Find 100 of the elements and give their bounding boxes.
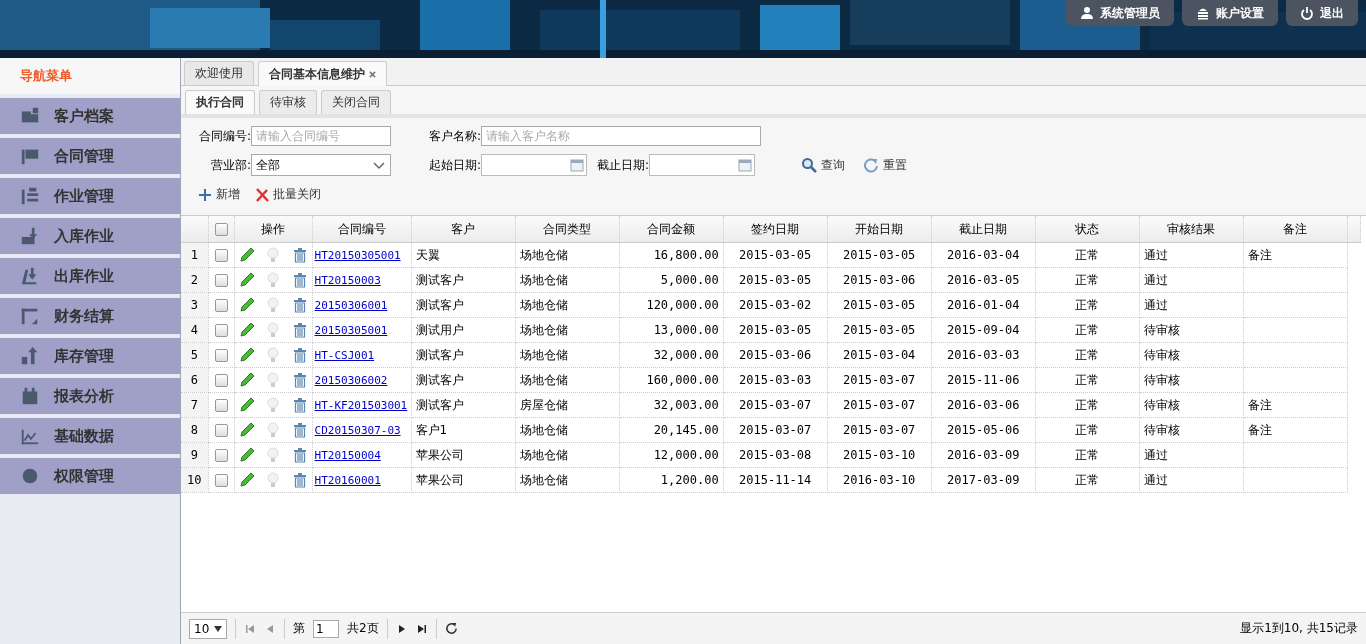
trash-icon[interactable] xyxy=(291,322,308,338)
pencil-icon[interactable] xyxy=(238,372,255,388)
date-field[interactable] xyxy=(481,154,587,176)
lightbulb-icon[interactable] xyxy=(265,372,281,388)
checkbox[interactable] xyxy=(214,323,228,337)
refresh-icon xyxy=(863,157,879,173)
contract-link[interactable]: HT20150305001 xyxy=(314,249,401,262)
lightbulb-icon[interactable] xyxy=(265,347,281,363)
sidebar-item[interactable]: 报表分析 xyxy=(0,378,180,414)
checkbox[interactable] xyxy=(214,373,228,387)
trash-icon[interactable] xyxy=(291,472,308,488)
sidebar-item[interactable]: 客户档案 xyxy=(0,98,180,134)
contract-link[interactable]: CD20150307-03 xyxy=(314,424,401,437)
sidebar-item[interactable]: 财务结算 xyxy=(0,298,180,334)
select-field[interactable]: 全部 xyxy=(251,154,391,176)
add-button[interactable]: 新增 xyxy=(197,186,240,203)
input-field[interactable]: 请输入合同编号 xyxy=(251,126,391,146)
checkbox[interactable] xyxy=(214,248,228,262)
tab[interactable]: 执行合同 xyxy=(185,90,255,114)
reset-button[interactable]: 重置 xyxy=(863,156,907,174)
header-button[interactable]: 退出 xyxy=(1286,0,1358,26)
lightbulb-icon[interactable] xyxy=(265,397,281,413)
table-cell: 2015-11-06 xyxy=(931,367,1036,393)
tab[interactable]: 合同基本信息维护 xyxy=(258,61,387,86)
lightbulb-icon[interactable] xyxy=(265,272,281,288)
page-input[interactable]: 1 xyxy=(313,619,339,638)
batch-close-button[interactable]: 批量关闭 xyxy=(254,186,321,203)
last-page-button[interactable] xyxy=(415,622,428,635)
trash-icon[interactable] xyxy=(291,347,308,363)
pencil-icon[interactable] xyxy=(238,297,255,313)
contract-link[interactable]: HT20150004 xyxy=(314,449,381,462)
table-cell: 2015-03-08 xyxy=(723,442,828,468)
sidebar-item[interactable]: 出库作业 xyxy=(0,258,180,294)
sidebar-item[interactable]: 基础数据 xyxy=(0,418,180,454)
calendar-icon[interactable] xyxy=(738,158,752,172)
pencil-icon[interactable] xyxy=(238,397,255,413)
pencil-icon[interactable] xyxy=(238,272,255,288)
checkbox[interactable] xyxy=(214,398,228,412)
date-field[interactable] xyxy=(649,154,755,176)
input-field[interactable]: 请输入客户名称 xyxy=(481,126,761,146)
checkbox[interactable] xyxy=(214,473,228,487)
tab[interactable]: 待审核 xyxy=(259,90,317,114)
page-size-select[interactable]: 10 xyxy=(189,618,227,639)
contract-link[interactable]: HT-CSJ001 xyxy=(314,349,375,362)
first-page-button[interactable] xyxy=(244,622,256,635)
table-cell: 2015-03-06 xyxy=(827,267,932,293)
close-icon[interactable] xyxy=(369,70,376,78)
contract-link[interactable]: HT-KF201503001 xyxy=(314,399,408,412)
trash-icon[interactable] xyxy=(291,272,308,288)
table-cell: 测试客户 xyxy=(411,367,516,393)
trash-icon[interactable] xyxy=(291,422,308,438)
calendar-icon[interactable] xyxy=(570,158,584,172)
table-cell: 1,200.00 xyxy=(619,467,724,493)
tab[interactable]: 关闭合同 xyxy=(321,90,391,114)
checkbox[interactable] xyxy=(214,273,228,287)
search-button[interactable]: 查询 xyxy=(801,156,845,174)
lightbulb-icon[interactable] xyxy=(265,247,281,263)
pencil-icon[interactable] xyxy=(238,347,255,363)
header-button[interactable]: 系统管理员 xyxy=(1066,0,1174,26)
pencil-icon[interactable] xyxy=(238,322,255,338)
lightbulb-icon[interactable] xyxy=(265,322,281,338)
lightbulb-icon[interactable] xyxy=(265,472,281,488)
checkbox[interactable] xyxy=(214,222,228,236)
pencil-icon[interactable] xyxy=(238,247,255,263)
checkbox[interactable] xyxy=(214,298,228,312)
table-cell: 正常 xyxy=(1035,442,1140,468)
header-button[interactable]: 账户设置 xyxy=(1182,0,1278,26)
table-cell: 13,000.00 xyxy=(619,317,724,343)
dropdown-arrow-icon[interactable] xyxy=(214,625,222,632)
checkbox[interactable] xyxy=(214,448,228,462)
sidebar-item[interactable]: 作业管理 xyxy=(0,178,180,214)
lightbulb-icon[interactable] xyxy=(265,447,281,463)
trash-icon[interactable] xyxy=(291,372,308,388)
refresh-button[interactable] xyxy=(444,622,458,635)
trash-icon[interactable] xyxy=(291,297,308,313)
contract-link[interactable]: 20150306002 xyxy=(314,374,388,387)
table-cell: 2015-09-04 xyxy=(931,317,1036,343)
pencil-icon[interactable] xyxy=(238,422,255,438)
sidebar-item[interactable]: 权限管理 xyxy=(0,458,180,494)
trash-icon[interactable] xyxy=(291,447,308,463)
contract-link[interactable]: HT20160001 xyxy=(314,474,381,487)
checkbox[interactable] xyxy=(214,423,228,437)
trash-icon[interactable] xyxy=(291,247,308,263)
tab[interactable]: 欢迎使用 xyxy=(184,61,254,85)
lightbulb-icon[interactable] xyxy=(265,297,281,313)
table-cell: 2016-03-09 xyxy=(931,442,1036,468)
checkbox[interactable] xyxy=(214,348,228,362)
contract-link[interactable]: HT20150003 xyxy=(314,274,381,287)
pencil-icon[interactable] xyxy=(238,447,255,463)
trash-icon[interactable] xyxy=(291,397,308,413)
table-cell: 测试客户 xyxy=(411,342,516,368)
contract-link[interactable]: 20150306001 xyxy=(314,299,388,312)
sidebar-item[interactable]: 入库作业 xyxy=(0,218,180,254)
sidebar-item[interactable]: 库存管理 xyxy=(0,338,180,374)
sidebar-item[interactable]: 合同管理 xyxy=(0,138,180,174)
table-cell: 2016-01-04 xyxy=(931,292,1036,318)
pencil-icon[interactable] xyxy=(238,472,255,488)
contract-link[interactable]: 20150305001 xyxy=(314,324,388,337)
row-number: 7 xyxy=(181,392,208,418)
lightbulb-icon[interactable] xyxy=(265,422,281,438)
